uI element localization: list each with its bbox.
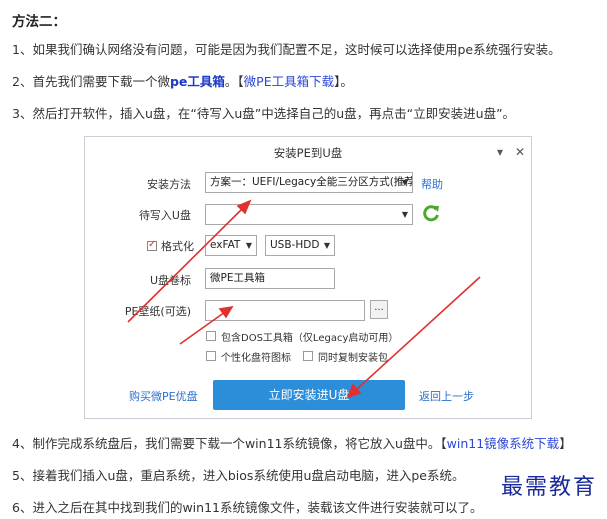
chevron-down-icon: ▼	[401, 210, 408, 219]
install-method-value: 方案一：UEFI/Legacy全能三分区方式(推荐)	[210, 176, 413, 188]
install-method-select[interactable]: 方案一：UEFI/Legacy全能三分区方式(推荐) ▼	[205, 172, 413, 193]
minimize-icon[interactable]: ▾	[497, 146, 503, 158]
pe-toolbox-name: pe工具箱	[169, 74, 225, 89]
step-5: 5、接着我们插入u盘，重启系统，进入bios系统使用u盘启动电脑，进入pe系统。	[12, 468, 465, 483]
install-pe-dialog: 安装PE到U盘 ▾ ✕ 安装方法 方案一：UEFI/Legacy全能三分区方式(…	[84, 136, 532, 419]
dos-toolbox-label: 包含DOS工具箱（仅Legacy启动可用）	[221, 333, 399, 344]
custom-icon-checkbox[interactable]	[206, 351, 216, 361]
chevron-down-icon: ▼	[245, 241, 252, 250]
format-label: 格式化	[161, 240, 194, 253]
filesystem-select[interactable]: exFAT ▼	[205, 235, 257, 256]
step-2-bracket-close: 】。	[334, 74, 353, 89]
install-method-label: 安装方法	[147, 178, 191, 191]
volume-label-input[interactable]: 微PE工具箱	[205, 268, 335, 289]
boot-mode-select[interactable]: USB-HDD ▼	[265, 235, 335, 256]
copy-package-label: 同时复制安装包	[318, 353, 388, 364]
chevron-down-icon: ▼	[401, 178, 408, 187]
step-2-text: 2、首先我们需要下载一个微	[12, 74, 170, 89]
dos-toolbox-checkbox[interactable]	[206, 331, 216, 341]
step-4-bracket-close: 】	[559, 436, 572, 451]
step-6: 6、进入之后在其中找到我们的win11系统镜像文件，装载该文件进行安装就可以了。	[12, 500, 483, 515]
help-link[interactable]: 帮助	[421, 176, 443, 192]
dialog-title: 安装PE到U盘	[273, 146, 343, 160]
step-3: 3、然后打开软件，插入u盘，在“待写入u盘”中选择自己的u盘，再点击“立即安装进…	[12, 106, 516, 121]
install-to-usb-button[interactable]: 立即安装进U盘	[213, 380, 405, 410]
step-4-text: 4、制作完成系统盘后，我们需要下载一个win11系统镜像，将它放入u盘中。【	[12, 436, 447, 451]
article-heading: 方法二：	[12, 14, 66, 30]
filesystem-value: exFAT	[210, 239, 241, 251]
back-link[interactable]: 返回上一步	[419, 388, 474, 404]
chevron-down-icon: ▼	[323, 241, 330, 250]
target-drive-select[interactable]: ▼	[205, 204, 413, 225]
wallpaper-label: PE壁纸(可选)	[124, 305, 191, 318]
boot-mode-value: USB-HDD	[270, 239, 320, 251]
browse-button[interactable]: ...	[370, 300, 388, 319]
format-checkbox[interactable]	[147, 239, 157, 251]
target-drive-label: 待写入U盘	[138, 209, 191, 222]
custom-icon-label: 个性化盘符图标	[221, 353, 291, 364]
step-1: 1、如果我们确认网络没有问题，可能是因为我们配置不足，这时候可以选择使用pe系统…	[12, 42, 561, 57]
copy-package-checkbox[interactable]	[303, 351, 313, 361]
volume-label-label: U盘卷标	[149, 274, 191, 287]
buy-usb-link[interactable]: 购买微PE优盘	[129, 388, 198, 404]
site-watermark: 最需教育	[500, 475, 597, 500]
wallpaper-input[interactable]	[205, 300, 365, 321]
win11-image-download-link[interactable]: win11镜像系统下载	[447, 436, 560, 451]
step-2-bracket-open: 。【	[224, 74, 244, 89]
step-4: 4、制作完成系统盘后，我们需要下载一个win11系统镜像，将它放入u盘中。【wi…	[12, 436, 572, 452]
close-icon[interactable]: ✕	[515, 146, 525, 158]
pe-toolbox-download-link[interactable]: 微PE工具箱下载	[244, 74, 334, 89]
refresh-icon[interactable]	[421, 203, 441, 223]
step-2: 2、首先我们需要下载一个微pe工具箱。【微PE工具箱下载】。	[12, 74, 353, 90]
